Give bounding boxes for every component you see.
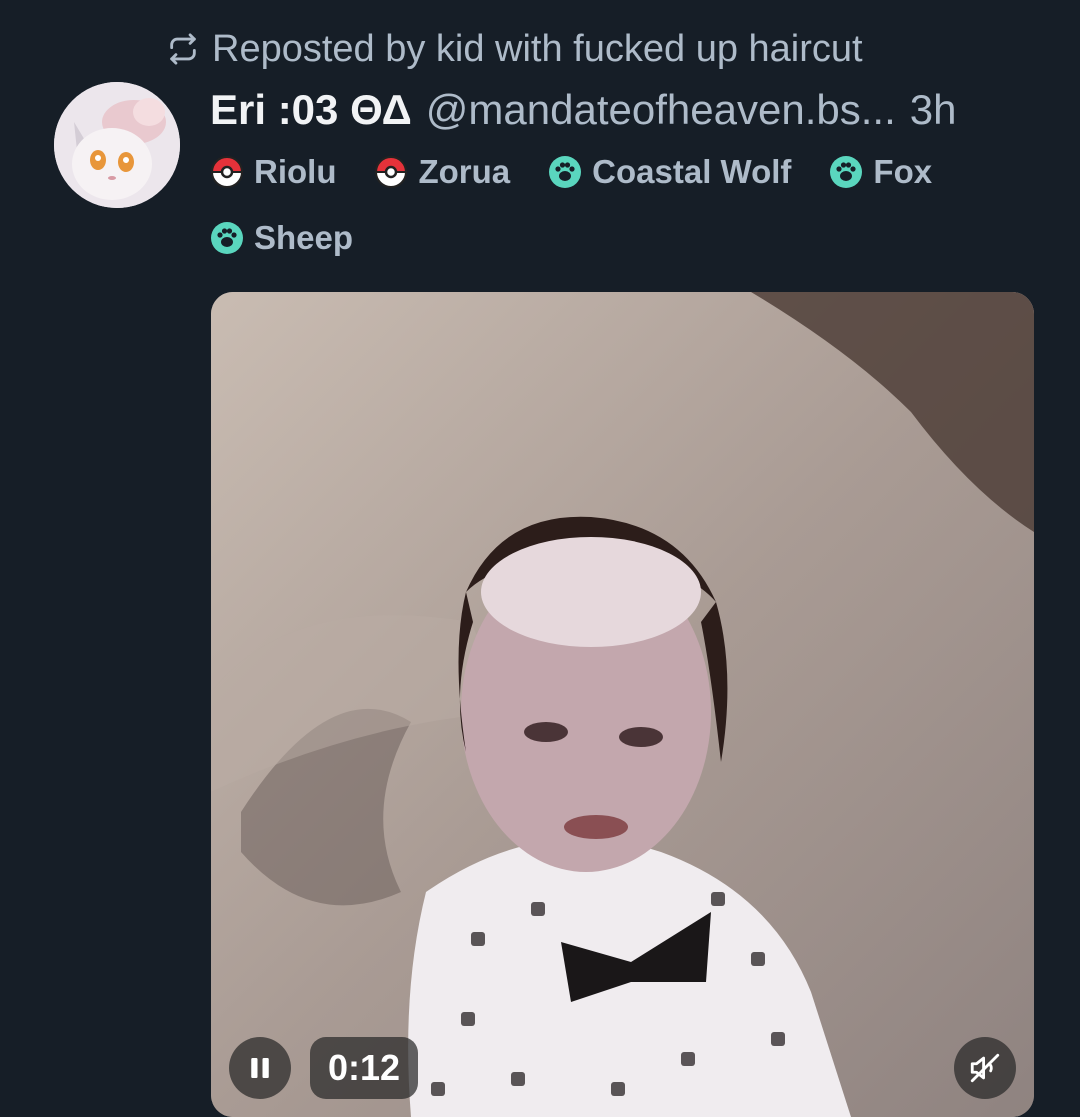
pause-button[interactable] (229, 1037, 291, 1099)
tag-riolu[interactable]: Riolu (210, 150, 336, 194)
avatar[interactable] (54, 82, 180, 208)
mute-button[interactable] (954, 1037, 1016, 1099)
repost-icon (170, 33, 196, 65)
paw-icon (830, 156, 863, 188)
repost-label: Reposted by kid with fucked up haircut (212, 28, 863, 70)
video-time: 0:12 (310, 1037, 419, 1099)
tag-label: Fox (873, 153, 933, 190)
paw-icon (211, 222, 243, 254)
tag-label: Sheep (254, 219, 354, 256)
pause-icon (251, 1058, 269, 1078)
tag-label: Riolu (254, 153, 337, 190)
post-time[interactable]: 3h (910, 84, 957, 136)
avatar-image (54, 82, 180, 208)
tag-label: Zorua (418, 153, 511, 190)
muted-speaker-icon (970, 1053, 1000, 1083)
tag-fox[interactable]: Fox (829, 150, 932, 194)
profile-tags: Riolu Zorua Coastal Wolf Fox Sheep (210, 150, 1030, 260)
pokeball-icon (210, 156, 244, 188)
pokeball-icon (375, 156, 408, 188)
video-player[interactable]: 0:12 (211, 292, 1034, 1117)
tag-coastal-wolf[interactable]: Coastal Wolf (548, 150, 791, 194)
tag-label: Coastal Wolf (592, 153, 792, 190)
tag-zorua[interactable]: Zorua (374, 150, 510, 194)
paw-icon (549, 156, 582, 188)
repost-indicator[interactable]: Reposted by kid with fucked up haircut (166, 26, 863, 72)
post-header: Eri :03 ΘΔ @mandateofheaven.bs... 3h (210, 84, 956, 136)
video-frame (211, 292, 1034, 1117)
display-name[interactable]: Eri :03 ΘΔ (210, 84, 412, 136)
handle[interactable]: @mandateofheaven.bs... (426, 84, 896, 136)
tag-sheep[interactable]: Sheep (210, 216, 353, 260)
